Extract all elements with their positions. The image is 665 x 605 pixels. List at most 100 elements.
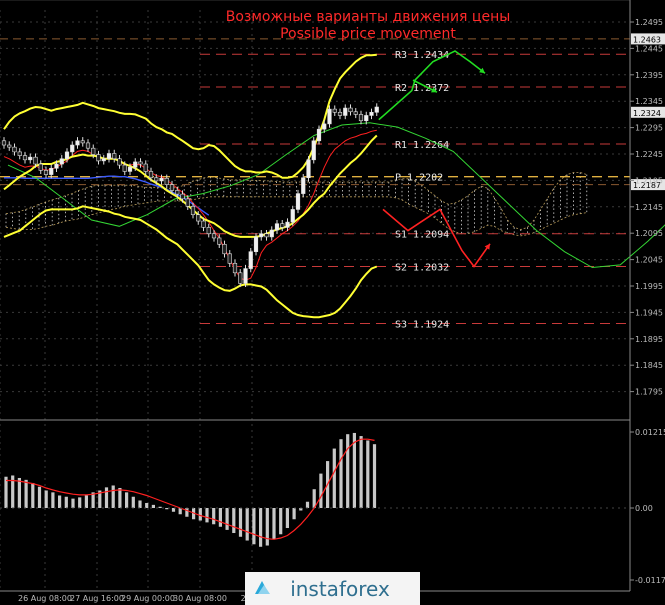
candle-body	[138, 161, 143, 165]
pivot-label-s3: S3 1.1924	[395, 319, 449, 330]
histogram-bar	[218, 508, 222, 527]
histogram-bar	[238, 508, 243, 537]
y-tick-label: 1.2395	[635, 71, 663, 80]
histogram-bar	[4, 476, 8, 508]
histogram-bar	[285, 508, 289, 529]
candle-body	[38, 163, 43, 171]
histogram-bar	[78, 497, 82, 508]
histogram-bar	[17, 477, 21, 508]
candle-body	[337, 111, 343, 116]
histogram-bar	[352, 432, 356, 508]
histogram-bar	[145, 502, 149, 508]
candle-body	[64, 151, 70, 160]
candle-body	[143, 163, 148, 172]
histogram-bar	[205, 508, 209, 523]
candle-body	[22, 155, 28, 161]
candle-body	[280, 223, 285, 228]
candle-body	[348, 107, 353, 113]
candle-body	[54, 163, 59, 169]
histogram-bar	[58, 495, 62, 508]
histogram-bar	[44, 490, 48, 508]
candle-body	[322, 123, 327, 130]
candle-body	[222, 243, 227, 255]
title-russian: Возможные варианты движения цены	[226, 9, 511, 25]
candle-body	[264, 233, 269, 238]
y-tick-label: 1.1995	[635, 282, 663, 291]
x-tick-label: 30 Aug 08:00	[173, 594, 227, 603]
histogram-bar	[131, 496, 135, 508]
candle-body	[353, 111, 358, 115]
histogram-bar	[185, 508, 189, 517]
histogram-bar	[24, 479, 28, 508]
candle-body	[211, 233, 217, 239]
candle-body	[180, 193, 185, 200]
candle-body	[28, 156, 33, 161]
candle-body	[127, 166, 133, 172]
y-tick-label: 1.2195	[635, 176, 663, 185]
histogram-bar	[332, 448, 336, 508]
candle-body	[201, 220, 206, 228]
price-badge-label: 1.2324	[633, 109, 661, 118]
pivot-label-s1: S1 1.2094	[395, 230, 449, 241]
histogram-bar	[171, 508, 176, 512]
candle-body	[217, 237, 222, 245]
histogram-bar	[292, 508, 296, 520]
y-tick-label: 1.2345	[635, 97, 663, 106]
candle-body	[364, 115, 369, 122]
ind-tick-label: -0.01172	[635, 576, 665, 585]
histogram-bar	[212, 508, 216, 525]
y-tick-label: 1.2145	[635, 203, 663, 212]
y-tick-label: 1.2445	[635, 44, 663, 53]
histogram-bar	[265, 508, 269, 546]
candle-body	[311, 140, 316, 161]
histogram-bar	[245, 508, 249, 541]
candle-body	[295, 193, 301, 210]
histogram-bar	[71, 498, 75, 508]
histogram-bar	[125, 492, 129, 508]
candle-body	[190, 205, 196, 216]
y-tick-label: 1.2045	[635, 256, 663, 265]
histogram-bar	[37, 486, 42, 508]
candle-body	[70, 144, 75, 153]
histogram-bar	[279, 508, 283, 535]
histogram-bar	[339, 439, 343, 508]
price-chart-svg: R3 1.2434R2 1.2372R1 1.2264P 1.2202S1 1.…	[0, 0, 665, 605]
x-tick-label: 26 Aug 08:00	[18, 594, 72, 603]
candle-body	[301, 177, 306, 194]
x-tick-label: 29 Aug 00:00	[121, 594, 175, 603]
candle-body	[33, 156, 38, 165]
candle-body	[85, 142, 91, 149]
histogram-bar	[359, 436, 363, 508]
candle-body	[327, 108, 332, 125]
watermark: instaforex	[245, 572, 420, 605]
histogram-bar	[151, 504, 155, 508]
candle-body	[369, 111, 374, 116]
candle-body	[91, 147, 96, 155]
candle-body	[7, 144, 12, 148]
candle-body	[43, 170, 49, 175]
candle-body	[159, 177, 164, 182]
candle-body	[358, 114, 364, 122]
pivot-label-p: P 1.2202	[395, 173, 443, 184]
candle-body	[306, 159, 311, 179]
candle-body	[122, 164, 127, 172]
candle-body	[75, 140, 80, 146]
histogram-bar	[259, 508, 263, 547]
histogram-bar	[366, 440, 370, 508]
candle-body	[169, 184, 175, 191]
trading-chart: R3 1.2434 R2 1.2372 R1 1.2264 P 1.2202 S1 1.…	[0, 0, 665, 605]
histogram-bar	[118, 487, 122, 508]
ind-tick-label: 0.01215	[635, 428, 665, 437]
histogram-bar	[165, 508, 169, 510]
x-tick-label: 27 Aug 16:00	[70, 594, 124, 603]
candle-body	[185, 198, 190, 207]
candle-body	[343, 107, 348, 116]
histogram-bar	[51, 492, 55, 508]
candle-body	[316, 128, 322, 142]
histogram-bar	[84, 495, 88, 508]
candle-body	[148, 171, 154, 179]
histogram-bar	[104, 487, 109, 508]
candle-body	[96, 154, 101, 162]
candle-body	[285, 221, 290, 228]
y-tick-label: 1.1895	[635, 335, 663, 344]
